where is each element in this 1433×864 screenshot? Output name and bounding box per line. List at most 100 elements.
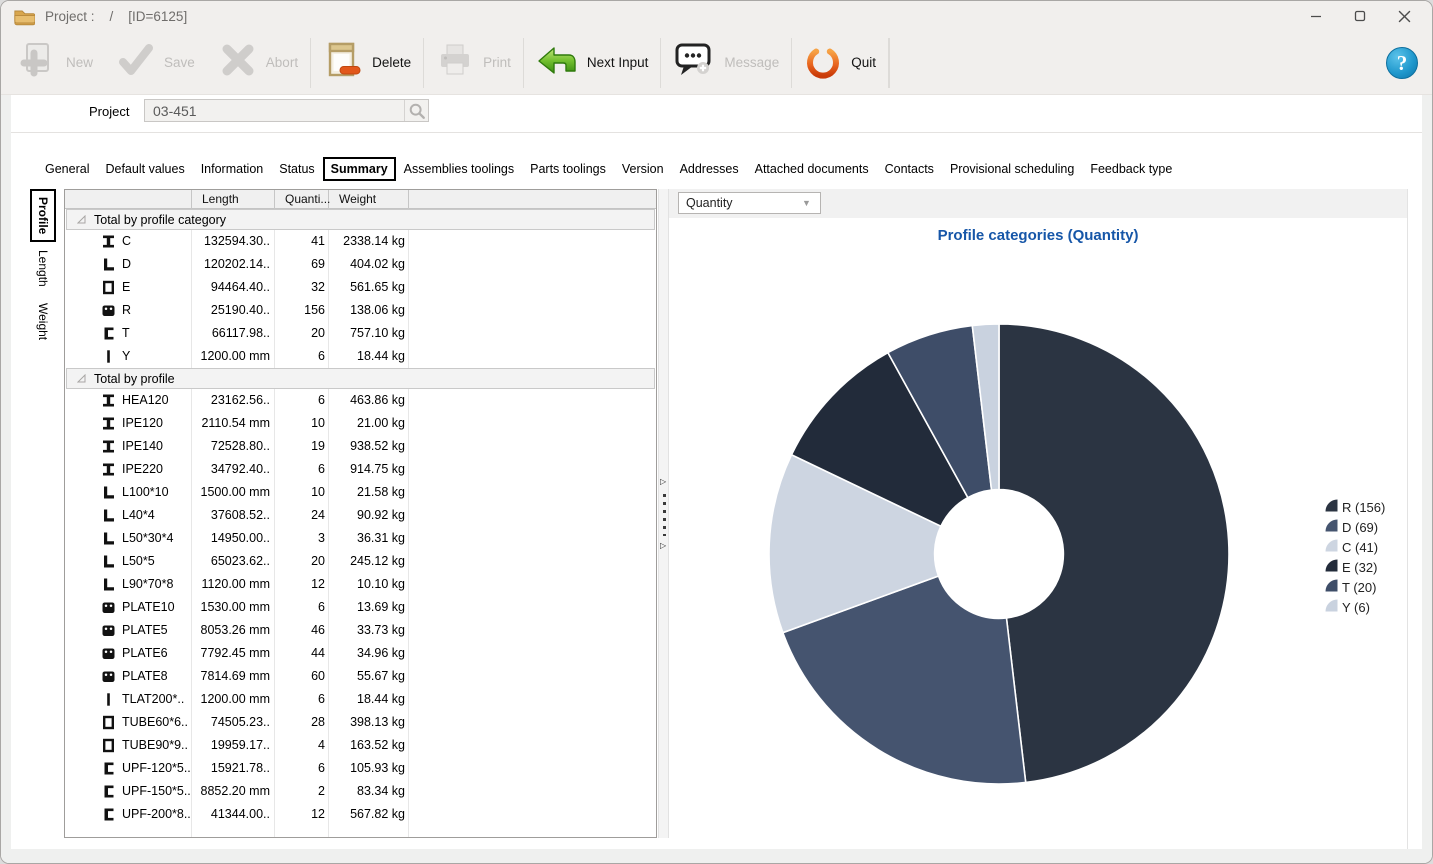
side-tab-profile[interactable]: Profile [30,189,56,242]
tab-default-values[interactable]: Default values [97,157,192,181]
splitter-grip[interactable] [663,494,666,536]
close-button[interactable] [1382,1,1426,31]
next-input-button[interactable]: Next Input [524,35,661,91]
legend-marker-icon [1325,499,1338,515]
delete-button[interactable]: Delete [311,35,423,91]
expand-triangle-icon[interactable] [77,215,86,224]
tab-addresses[interactable]: Addresses [672,157,747,181]
table-row[interactable]: L40*437608.52..2490.92 kg [65,504,656,527]
save-button-label: Save [164,55,195,70]
abort-button[interactable]: Abort [207,35,310,91]
table-row[interactable]: PLATE58053.26 mm4633.73 kg [65,619,656,642]
table-row[interactable]: PLATE87814.69 mm6055.67 kg [65,665,656,688]
column-header-weight[interactable]: Weight [329,190,409,209]
quit-button[interactable]: Quit [792,35,888,91]
cell-length: 8053.26 mm [155,623,270,637]
cell-quantity: 12 [277,807,325,821]
legend-item: Y (6) [1325,597,1385,617]
table-row[interactable]: Y1200.00 mm618.44 kg [65,345,656,368]
side-tab-length[interactable]: Length [30,242,56,295]
table-row[interactable]: IPE1202110.54 mm1021.00 kg [65,412,656,435]
quit-button-label: Quit [851,55,876,70]
collapse-arrow-icon[interactable]: ▷ [660,477,666,486]
expand-triangle-icon[interactable] [77,374,86,383]
message-button-label: Message [724,55,779,70]
column-header-length[interactable]: Length [192,190,275,209]
table-row[interactable]: TUBE90*9..19959.17..4163.52 kg [65,734,656,757]
window-controls [1294,1,1426,31]
table-row[interactable]: L50*30*414950.00..336.31 kg [65,527,656,550]
cell-profile-name: L50*5 [122,554,155,568]
metric-dropdown-value: Quantity [679,196,802,210]
project-input[interactable] [145,103,404,119]
cell-weight: 757.10 kg [327,326,405,340]
table-row[interactable]: UPF-120*5..15921.78..6105.93 kg [65,757,656,780]
profile-ibeam-icon [102,234,116,249]
tab-assemblies-toolings[interactable]: Assemblies toolings [396,157,522,181]
table-row[interactable]: TUBE60*6..74505.23..28398.13 kg [65,711,656,734]
new-button-label: New [66,55,93,70]
table-row[interactable]: T66117.98..20757.10 kg [65,322,656,345]
column-header-quanti[interactable]: Quanti... [275,190,329,209]
table-row[interactable]: R25190.40..156138.06 kg [65,299,656,322]
legend-label: Y (6) [1342,600,1370,615]
table-row[interactable]: D120202.14..69404.02 kg [65,253,656,276]
panel-splitter[interactable]: ▷ ▷ [658,189,669,838]
search-icon[interactable] [404,100,428,121]
profile-ibeam-icon [102,393,116,408]
cell-weight: 463.86 kg [327,393,405,407]
save-button[interactable]: Save [105,35,207,91]
tab-feedback-type[interactable]: Feedback type [1082,157,1180,181]
group-row[interactable]: Total by profile [66,368,655,389]
table-row[interactable]: L100*101500.00 mm1021.58 kg [65,481,656,504]
metric-dropdown[interactable]: Quantity ▼ [678,192,821,214]
legend-item: E (32) [1325,557,1385,577]
side-tab-weight[interactable]: Weight [30,295,56,348]
cell-weight: 914.75 kg [327,462,405,476]
tab-version[interactable]: Version [614,157,672,181]
tab-attached-documents[interactable]: Attached documents [747,157,877,181]
tab-provisional-scheduling[interactable]: Provisional scheduling [942,157,1082,181]
table-row[interactable]: IPE14072528.80..19938.52 kg [65,435,656,458]
table-row[interactable]: PLATE101530.00 mm613.69 kg [65,596,656,619]
cell-weight: 21.58 kg [327,485,405,499]
table-row[interactable]: L90*70*81120.00 mm1210.10 kg [65,573,656,596]
table-row[interactable]: UPF-150*5..8852.20 mm283.34 kg [65,780,656,803]
help-button[interactable]: ? [1385,46,1419,80]
profile-channel-icon [102,326,116,341]
collapse-arrow-icon[interactable]: ▷ [660,541,666,550]
column-header-profile[interactable] [65,190,192,209]
window-body: Project GeneralDefault valuesInformation… [1,95,1432,863]
legend-marker-icon [1325,599,1338,615]
table-row[interactable]: TLAT200*..1200.00 mm618.44 kg [65,688,656,711]
maximize-button[interactable] [1338,1,1382,31]
cell-quantity: 6 [277,462,325,476]
tab-general[interactable]: General [37,157,97,181]
print-button[interactable]: Print [424,35,523,91]
tab-parts-toolings[interactable]: Parts toolings [522,157,614,181]
minimize-button[interactable] [1294,1,1338,31]
table-row[interactable]: E94464.40..32561.65 kg [65,276,656,299]
group-row[interactable]: Total by profile category [66,209,655,230]
tab-contacts[interactable]: Contacts [877,157,942,181]
profile-angle-icon [102,508,116,523]
tab-summary[interactable]: Summary [323,157,396,181]
tab-status[interactable]: Status [271,157,322,181]
new-button[interactable]: New [7,35,105,91]
chevron-down-icon: ▼ [802,198,820,208]
cell-length: 94464.40.. [155,280,270,294]
tab-information[interactable]: Information [193,157,272,181]
cell-weight: 404.02 kg [327,257,405,271]
table-row[interactable]: HEA12023162.56..6463.86 kg [65,389,656,412]
legend-item: R (156) [1325,497,1385,517]
table-row[interactable]: IPE22034792.40..6914.75 kg [65,458,656,481]
table-row[interactable]: C132594.30..412338.14 kg [65,230,656,253]
cell-profile-name: E [122,280,130,294]
table-row[interactable]: L50*565023.62..20245.12 kg [65,550,656,573]
table-row[interactable]: PLATE67792.45 mm4434.96 kg [65,642,656,665]
cell-length: 1120.00 mm [155,577,270,591]
cell-weight: 90.92 kg [327,508,405,522]
table-row[interactable]: UPF-200*8..41344.00..12567.82 kg [65,803,656,826]
legend-label: R (156) [1342,500,1385,515]
message-button[interactable]: Message [661,35,791,91]
